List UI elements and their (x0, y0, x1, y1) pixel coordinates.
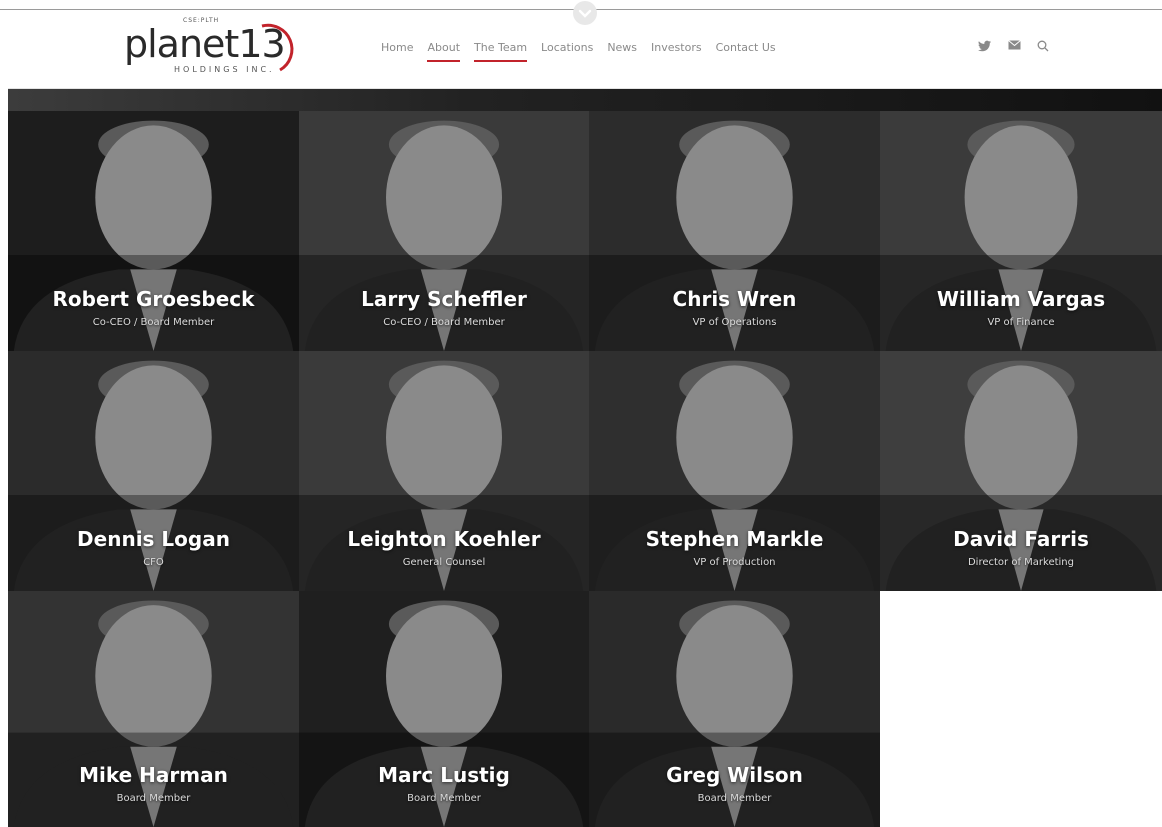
header-social-icons (978, 40, 1049, 52)
member-role: General Counsel (402, 557, 486, 568)
main-nav: Home About The Team Locations News Investors C… (381, 41, 790, 62)
team-member-card[interactable]: Mike Harman Board Member (8, 591, 299, 827)
team-member-card[interactable]: Dennis Logan CFO (8, 351, 299, 591)
twitter-icon[interactable] (978, 40, 992, 52)
member-name: Marc Lustig (378, 763, 510, 787)
member-name: Greg Wilson (666, 763, 803, 787)
nav-item-locations[interactable]: Locations (541, 41, 593, 54)
portrait-photo (880, 360, 1162, 591)
team-member-card[interactable]: Marc Lustig Board Member (299, 591, 589, 827)
nav-item-contact-us[interactable]: Contact Us (716, 41, 776, 54)
portrait-photo (589, 120, 880, 351)
search-icon[interactable] (1037, 40, 1049, 52)
team-member-card[interactable]: Stephen Markle VP of Production (589, 351, 880, 591)
member-role: Co-CEO / Board Member (383, 317, 505, 328)
portrait-photo (8, 120, 299, 351)
member-name: Mike Harman (79, 763, 228, 787)
member-name: William Vargas (936, 287, 1106, 311)
member-role: Board Member (697, 793, 772, 804)
member-name: David Farris (953, 527, 1089, 551)
member-name: Chris Wren (672, 287, 797, 311)
team-grid: Robert Groesbeck Co-CEO / Board Member Lar… (8, 111, 1162, 827)
hero-band (8, 89, 1162, 111)
portrait-photo (8, 360, 299, 591)
member-name: Larry Scheffler (361, 287, 527, 311)
nav-item-about[interactable]: About (427, 41, 460, 62)
portrait-photo (299, 360, 589, 591)
logo-subtitle: HOLDINGS INC. (174, 65, 275, 74)
team-member-card[interactable]: Larry Scheffler Co-CEO / Board Member (299, 111, 589, 351)
member-role: VP of Production (693, 557, 776, 568)
team-member-card[interactable]: Chris Wren VP of Operations (589, 111, 880, 351)
portrait-photo (589, 600, 880, 827)
nav-item-the-team[interactable]: The Team (474, 41, 528, 62)
member-role: VP of Operations (692, 317, 777, 328)
portrait-photo (880, 120, 1162, 351)
nav-item-investors[interactable]: Investors (651, 41, 702, 54)
nav-item-home[interactable]: Home (381, 41, 413, 54)
member-role: Board Member (116, 793, 191, 804)
member-role: Board Member (407, 793, 481, 804)
site-logo[interactable]: CSE:PLTH planet13 HOLDINGS INC. (120, 14, 310, 84)
member-name: Leighton Koehler (347, 527, 541, 551)
scroll-down-badge[interactable] (566, 0, 604, 34)
member-name: Dennis Logan (77, 527, 230, 551)
team-member-card[interactable]: Greg Wilson Board Member (589, 591, 880, 827)
member-role: Director of Marketing (967, 557, 1074, 568)
portrait-photo (589, 360, 880, 591)
member-name: Stephen Markle (645, 527, 824, 551)
member-role: Co-CEO / Board Member (92, 317, 215, 328)
portrait-photo (299, 120, 589, 351)
portrait-photo (299, 600, 589, 827)
team-member-card[interactable]: William Vargas VP of Finance (880, 111, 1162, 351)
team-member-card[interactable]: Robert Groesbeck Co-CEO / Board Member (8, 111, 299, 351)
chevron-down-circle-icon (573, 1, 597, 25)
member-role: CFO (143, 557, 164, 568)
nav-item-news[interactable]: News (607, 41, 637, 54)
team-member-card[interactable]: Leighton Koehler General Counsel (299, 351, 589, 591)
email-icon[interactable] (1008, 40, 1021, 50)
portrait-photo (8, 600, 299, 827)
member-name: Robert Groesbeck (52, 287, 255, 311)
team-member-card[interactable]: David Farris Director of Marketing (880, 351, 1162, 591)
member-role: VP of Finance (987, 317, 1055, 328)
